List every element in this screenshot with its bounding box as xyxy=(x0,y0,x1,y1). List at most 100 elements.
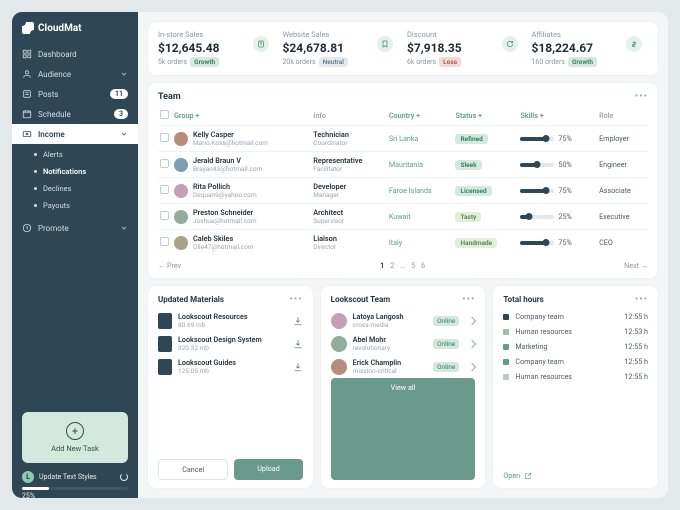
pager-page[interactable]: 1 xyxy=(377,261,387,270)
country-cell: Italy xyxy=(389,238,402,247)
member-sub: cross-media xyxy=(353,321,404,329)
person-email: Brayan43@hotmail.com xyxy=(193,165,262,173)
add-task-button[interactable]: + Add New Task xyxy=(22,412,128,463)
update-label: Update Text Styles xyxy=(39,473,97,481)
hours-title: Total hours xyxy=(503,295,543,304)
skill-pct: 25% xyxy=(558,212,571,221)
table-row[interactable]: Jerald Braun VBrayan43@hotmail.com Repre… xyxy=(158,152,648,178)
pager-page[interactable]: 5 xyxy=(408,261,418,270)
upload-button[interactable]: Upload xyxy=(234,459,302,480)
skill-cell: 50% xyxy=(520,160,595,169)
open-link[interactable]: Open xyxy=(503,471,648,480)
team-member-item[interactable]: Erick Champlinmission-critical Online xyxy=(331,355,476,378)
team-member-item[interactable]: Abel Mohrrevolutionary Online xyxy=(331,332,476,355)
kpi-card: Website Sales $24,678.81 20k orders Neut… xyxy=(283,30,400,67)
cancel-button[interactable]: Cancel xyxy=(158,459,228,480)
team-more-icon[interactable]: ••• xyxy=(635,91,648,102)
sub-alerts[interactable]: Alerts xyxy=(12,146,138,163)
download-icon[interactable] xyxy=(293,316,303,326)
materials-title: Updated Materials xyxy=(158,295,224,304)
info-secondary: Facilitator xyxy=(313,165,385,173)
kpi-tag: Loss xyxy=(439,57,461,67)
lookscout-more-icon[interactable]: ••• xyxy=(462,294,475,305)
person-name: Preston Schneider xyxy=(193,208,257,217)
progress-bar: 25% xyxy=(22,487,128,490)
material-size: 320.32 mb xyxy=(178,344,262,352)
posts-badge: 11 xyxy=(110,89,128,99)
col-status[interactable]: Status xyxy=(453,106,518,126)
nav-label: Income xyxy=(38,130,65,139)
nav-audience[interactable]: Audience xyxy=(12,64,138,84)
table-row[interactable]: Caleb SkilesOlie47@hotmail.com LiaisonDi… xyxy=(158,230,648,256)
table-row[interactable]: Kelly CasperMario.Koss@hotmail.com Techn… xyxy=(158,126,648,152)
nav-posts[interactable]: Posts 11 xyxy=(12,84,138,104)
table-row[interactable]: Rita PollichDequan9@yahoo.com DeveloperM… xyxy=(158,178,648,204)
row-checkbox[interactable] xyxy=(160,185,169,194)
chevron-down-icon xyxy=(120,130,128,138)
col-country[interactable]: Country xyxy=(387,106,454,126)
col-skills[interactable]: Skills xyxy=(518,106,597,126)
download-icon[interactable] xyxy=(293,362,303,372)
skill-cell: 75% xyxy=(520,134,595,143)
hours-name: Human resources xyxy=(515,327,572,336)
member-name: Erick Champlin xyxy=(353,358,401,367)
team-member-item[interactable]: Latoya Langoshcross-media Online xyxy=(331,309,476,332)
avatar xyxy=(174,132,188,146)
hours-time: 12:55 h xyxy=(624,312,648,321)
nav-schedule[interactable]: Schedule 3 xyxy=(12,104,138,124)
country-cell: Mauritania xyxy=(389,160,423,169)
person-name: Jerald Braun V xyxy=(193,156,262,165)
member-name: Abel Mohr xyxy=(353,335,390,344)
hours-name: Company team xyxy=(515,357,564,366)
hours-time: 12:53 h xyxy=(624,327,648,336)
pager-page[interactable]: 2 xyxy=(387,261,397,270)
row-checkbox[interactable] xyxy=(160,211,169,220)
row-checkbox[interactable] xyxy=(160,159,169,168)
kpi-strip: In-store Sales $12,645.48 5k orders Grow… xyxy=(148,22,658,75)
update-badge: L xyxy=(22,471,34,483)
nav-income[interactable]: Income xyxy=(12,124,138,144)
pager-page[interactable]: … xyxy=(397,261,408,270)
kpi-sub: 160 orders Growth xyxy=(532,57,649,67)
avatar xyxy=(331,313,347,329)
kpi-icon xyxy=(377,36,393,52)
schedule-badge: 3 xyxy=(114,109,128,119)
color-swatch-icon xyxy=(503,344,509,350)
chevron-right-icon xyxy=(468,339,476,347)
sub-declines[interactable]: Declines xyxy=(12,180,138,197)
download-icon[interactable] xyxy=(293,339,303,349)
kpi-tag: Growth xyxy=(190,57,219,67)
sub-notifications[interactable]: Notifications xyxy=(12,163,138,180)
lookscout-panel: Lookscout Team ••• Latoya Langoshcross-m… xyxy=(321,286,486,488)
member-sub: revolutionary xyxy=(353,344,390,352)
col-group[interactable]: Group xyxy=(172,106,311,126)
nav-label: Posts xyxy=(38,90,58,99)
hours-time: 12:55 h xyxy=(624,372,648,381)
avatar xyxy=(174,184,188,198)
person-cell: Preston SchneiderJoshua@hotmail.com xyxy=(174,208,309,225)
pager-page[interactable]: 6 xyxy=(418,261,428,270)
country-cell: Sri Lanka xyxy=(389,134,419,143)
material-item: Lookscout Resources80.69 mb xyxy=(158,309,303,332)
view-all-button[interactable]: View all xyxy=(331,378,476,480)
row-checkbox[interactable] xyxy=(160,237,169,246)
pager-next[interactable]: Next → xyxy=(624,261,648,270)
info-secondary: Coordinator xyxy=(313,139,385,147)
kpi-tag: Neutral xyxy=(319,57,348,67)
nav-dashboard[interactable]: Dashboard xyxy=(12,44,138,64)
table-row[interactable]: Preston SchneiderJoshua@hotmail.com Arch… xyxy=(158,204,648,230)
materials-more-icon[interactable]: ••• xyxy=(290,294,303,305)
pager-prev[interactable]: ← Prev xyxy=(158,261,181,270)
row-checkbox[interactable] xyxy=(160,133,169,142)
hours-more-icon[interactable]: ••• xyxy=(635,294,648,305)
nav-label: Dashboard xyxy=(38,50,77,59)
sidebar: CloudMat Dashboard Audience Posts 11 Sch… xyxy=(12,12,138,498)
sub-payouts[interactable]: Payouts xyxy=(12,197,138,214)
select-all-checkbox[interactable] xyxy=(160,110,169,119)
chevron-down-icon xyxy=(120,70,128,78)
brand-name: CloudMat xyxy=(38,23,82,34)
nav-promote[interactable]: Promote xyxy=(12,218,138,238)
skill-cell: 25% xyxy=(520,212,595,221)
nav-label: Promote xyxy=(38,224,69,233)
team-table: Group Info Country Status Skills Role Ke… xyxy=(158,106,648,255)
